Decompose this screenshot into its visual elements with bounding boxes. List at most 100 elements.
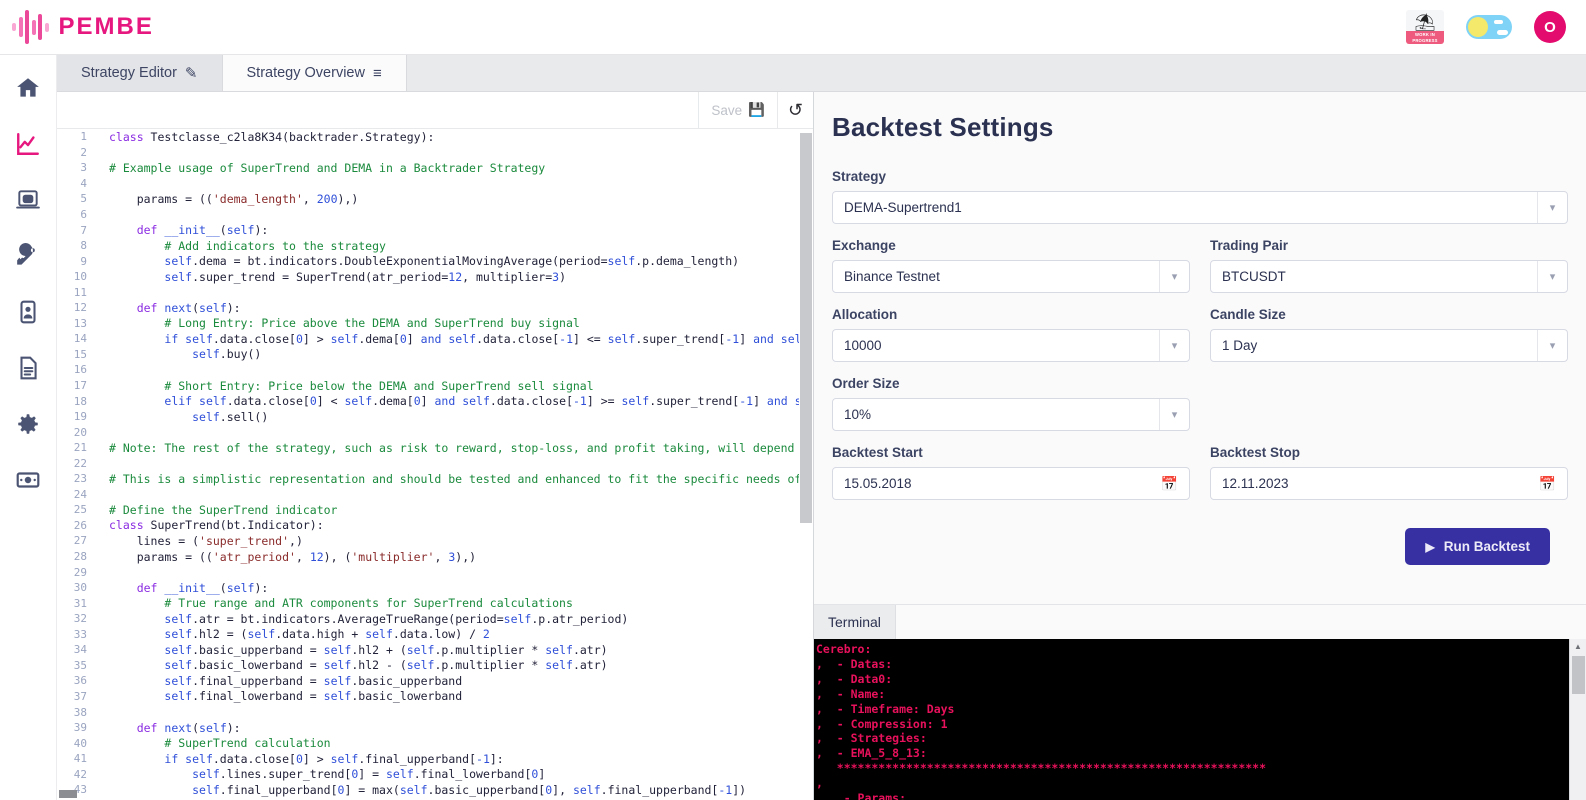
code-line: 34 self.basic_upperband = self.hl2 + (se… (57, 642, 813, 658)
backtest-start-value: 15.05.2018 (844, 476, 912, 491)
line-number: 12 (57, 301, 99, 314)
line-number: 28 (57, 550, 99, 563)
chevron-down-icon[interactable]: ▾ (1537, 192, 1567, 223)
code-text: self.lines.super_trend[0] = self.final_l… (99, 767, 545, 781)
sidebar-item-home[interactable] (11, 71, 45, 105)
brand-logo[interactable]: PEMBE (0, 10, 154, 44)
line-number: 2 (57, 146, 99, 159)
code-text: # This is a simplistic representation an… (99, 472, 813, 486)
floppy-disk-icon: 💾 (748, 102, 765, 118)
code-text: self.buy() (99, 347, 261, 361)
code-text: def __init__(self): (99, 581, 268, 595)
code-lines[interactable]: 1class Testclasse_c2la8K34(backtrader.St… (57, 129, 813, 800)
line-number: 41 (57, 752, 99, 765)
chevron-down-icon[interactable]: ▾ (1537, 330, 1567, 361)
scrollbar-thumb[interactable] (800, 133, 812, 523)
terminal-scrollbar-thumb[interactable] (1572, 656, 1585, 694)
sidebar-item-account[interactable] (11, 295, 45, 329)
header-actions: ⛱ WORK IN PROGRESS O (1406, 10, 1586, 44)
code-line: 40 # SuperTrend calculation (57, 735, 813, 751)
code-line: 6 (57, 207, 813, 223)
candle-size-select[interactable]: 1 Day ▾ (1210, 329, 1568, 362)
code-text: params = (('dema_length', 200),) (99, 192, 358, 206)
code-line: 12 def next(self): (57, 300, 813, 316)
scroll-up-icon[interactable]: ▲ (1570, 639, 1586, 654)
code-text: elif self.data.close[0] < self.dema[0] a… (99, 394, 813, 408)
line-number: 1 (57, 130, 99, 143)
strategy-select[interactable]: DEMA-Supertrend1 ▾ (832, 191, 1568, 224)
line-number: 36 (57, 674, 99, 687)
sidebar-item-settings[interactable] (11, 407, 45, 441)
code-line: 30 def __init__(self): (57, 580, 813, 596)
save-button[interactable]: Save 💾 (698, 92, 777, 128)
backtest-stop-label: Backtest Stop (1210, 445, 1568, 460)
banknote-icon (15, 467, 41, 493)
code-line: 7 def __init__(self): (57, 222, 813, 238)
code-text: # Add indicators to the strategy (99, 239, 386, 253)
line-number: 18 (57, 395, 99, 408)
line-number: 9 (57, 255, 99, 268)
chevron-down-icon[interactable]: ▾ (1537, 261, 1567, 292)
run-backtest-button[interactable]: ▶ Run Backtest (1405, 528, 1550, 565)
chevron-down-icon[interactable]: ▾ (1159, 399, 1189, 430)
code-text: self.final_lowerband = self.basic_lowerb… (99, 689, 462, 703)
code-line: 10 self.super_trend = SuperTrend(atr_per… (57, 269, 813, 285)
terminal-line: Cerebro: (816, 642, 1569, 657)
code-line: 3# Example usage of SuperTrend and DEMA … (57, 160, 813, 176)
work-in-progress-badge: ⛱ WORK IN PROGRESS (1406, 10, 1444, 44)
field-backtest-start: Backtest Start 15.05.2018 📅 (832, 445, 1190, 500)
chevron-down-icon[interactable]: ▾ (1159, 330, 1189, 361)
tab-terminal[interactable]: Terminal (814, 605, 896, 639)
sidebar-item-documents[interactable] (11, 351, 45, 385)
code-line: 2 (57, 145, 813, 161)
line-number: 8 (57, 239, 99, 252)
undo-arrow-icon: ↺ (788, 100, 803, 121)
terminal-scrollbar[interactable]: ▲ (1569, 639, 1586, 800)
code-area[interactable]: 1class Testclasse_c2la8K34(backtrader.St… (57, 129, 813, 800)
trading-pair-select[interactable]: BTCUSDT ▾ (1210, 260, 1568, 293)
code-line: 22 (57, 455, 813, 471)
code-text: self.final_upperband = self.basic_upperb… (99, 674, 462, 688)
order-size-select[interactable]: 10% ▾ (832, 398, 1190, 431)
save-button-label: Save (711, 103, 742, 118)
field-trading-pair: Trading Pair BTCUSDT ▾ (1210, 238, 1568, 293)
tab-terminal-label: Terminal (828, 614, 881, 630)
terminal-output[interactable]: Cerebro:, - Datas:, - Data0:, - Name:, -… (814, 639, 1586, 800)
code-text: def next(self): (99, 301, 241, 315)
code-text: if self.data.close[0] > self.final_upper… (99, 752, 504, 766)
code-line: 21# Note: The rest of the strategy, such… (57, 440, 813, 456)
chevron-down-icon[interactable]: ▾ (1159, 261, 1189, 292)
code-line: 31 # True range and ATR components for S… (57, 595, 813, 611)
tab-strategy-overview[interactable]: Strategy Overview ≡ (223, 55, 407, 91)
theme-toggle[interactable] (1466, 15, 1512, 39)
backtest-start-input[interactable]: 15.05.2018 📅 (832, 467, 1190, 500)
sun-icon (1468, 17, 1488, 37)
undo-button[interactable]: ↺ (777, 92, 813, 128)
backtest-settings-panel: Backtest Settings Strategy DEMA-Supertre… (814, 92, 1586, 604)
calendar-icon[interactable]: 📅 (1161, 475, 1178, 492)
calendar-icon[interactable]: 📅 (1539, 475, 1556, 492)
code-text: # True range and ATR components for Supe… (99, 596, 573, 610)
line-number: 34 (57, 643, 99, 656)
backtest-stop-input[interactable]: 12.11.2023 📅 (1210, 467, 1568, 500)
line-number: 16 (57, 363, 99, 376)
code-text: if self.data.close[0] > self.dema[0] and… (99, 332, 813, 346)
line-number: 30 (57, 581, 99, 594)
line-number: 7 (57, 224, 99, 237)
avatar[interactable]: O (1534, 11, 1566, 43)
code-line: 38 (57, 704, 813, 720)
pencil-icon: ✎ (185, 64, 198, 82)
sidebar-item-charts[interactable] (11, 127, 45, 161)
editor-horizontal-scrollbar[interactable] (59, 790, 77, 798)
exchange-select[interactable]: Binance Testnet ▾ (832, 260, 1190, 293)
editor-vertical-scrollbar[interactable] (799, 129, 813, 800)
terminal-line: , - Data0: (816, 672, 1569, 687)
sidebar-item-billing[interactable] (11, 463, 45, 497)
left-sidebar (0, 55, 57, 800)
tab-strategy-editor[interactable]: Strategy Editor ✎ (57, 55, 223, 91)
sidebar-item-api-keys[interactable] (11, 239, 45, 273)
code-text: class SuperTrend(bt.Indicator): (99, 518, 324, 532)
allocation-select[interactable]: 10000 ▾ (832, 329, 1190, 362)
sidebar-item-bots[interactable] (11, 183, 45, 217)
layers-icon: ≡ (373, 65, 382, 82)
